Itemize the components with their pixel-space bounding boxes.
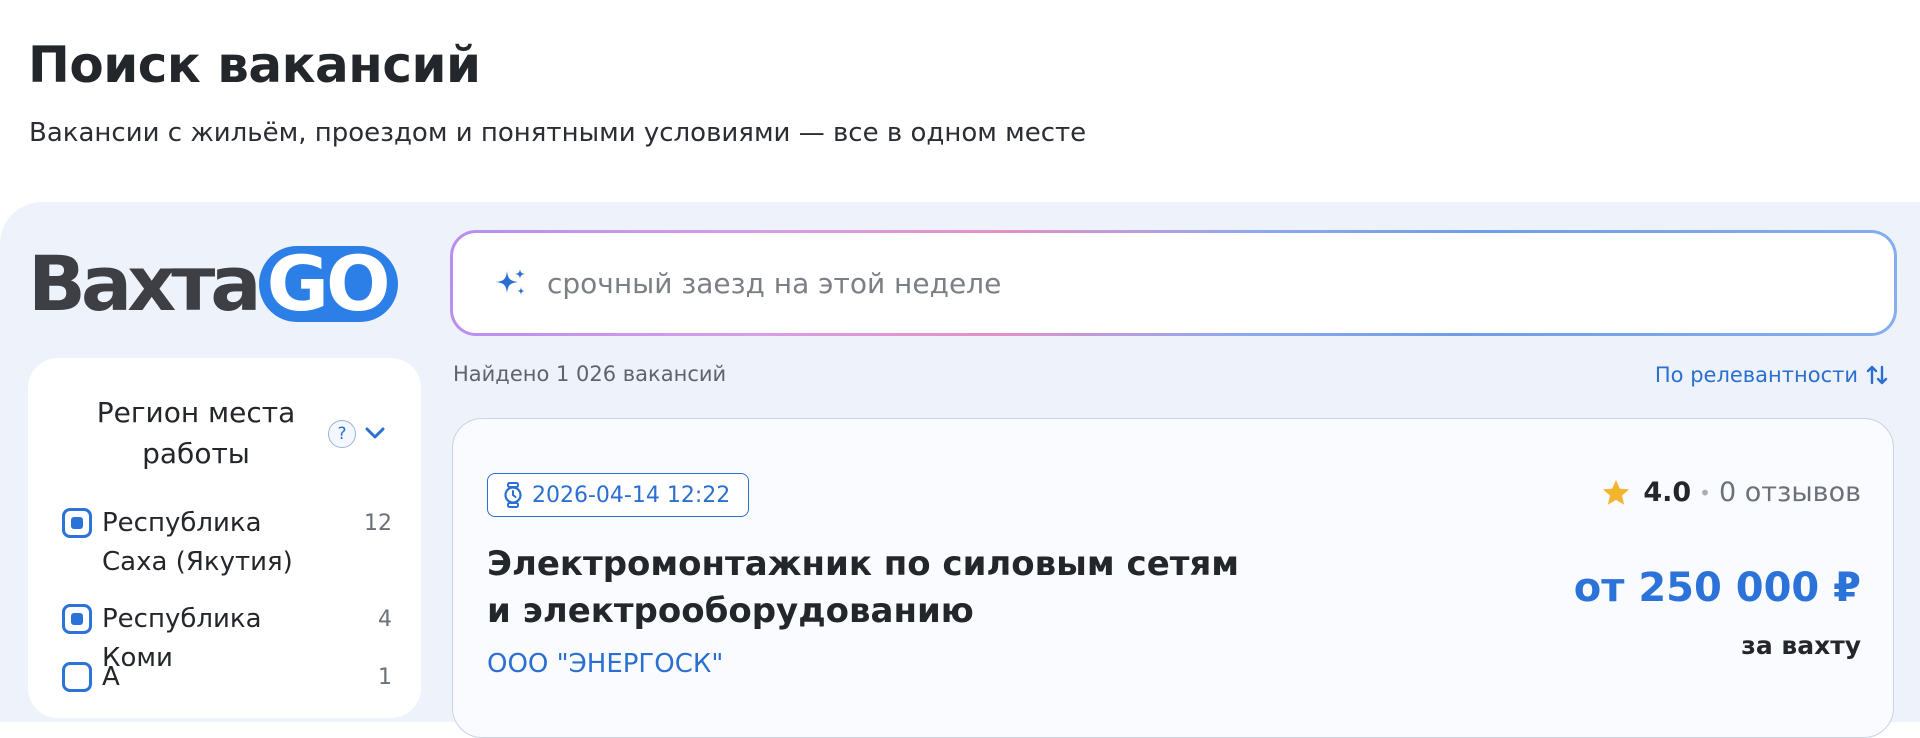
salary-period: за вахту: [1741, 631, 1861, 660]
checkbox[interactable]: [62, 604, 92, 634]
filter-item-count: 12: [364, 511, 392, 536]
sort-button[interactable]: По релевантности: [1655, 362, 1890, 388]
chevron-down-icon[interactable]: [360, 418, 390, 448]
filter-item-partial[interactable]: А 1: [62, 658, 392, 697]
logo-text-vakhta: Вахта: [28, 239, 262, 328]
search-bar: [450, 230, 1897, 336]
page-title: Поиск вакансий: [28, 36, 481, 94]
company-link[interactable]: ООО "ЭНЕРГОСК": [487, 649, 723, 679]
rating-value: 4.0: [1643, 477, 1692, 508]
filter-item-sakha[interactable]: Республика Саха (Якутия) 12: [62, 504, 392, 582]
filter-item-count: 1: [378, 665, 392, 690]
watch-icon: [504, 482, 522, 508]
salary: от 250 000 ₽: [1573, 565, 1861, 611]
sort-arrows-icon: [1866, 365, 1888, 385]
filter-item-label: Республика Саха (Якутия): [102, 508, 293, 577]
sparkle-icon: [496, 269, 525, 295]
rating[interactable]: 4.0 • 0 отзывов: [1601, 477, 1861, 508]
rating-separator: •: [1699, 480, 1711, 505]
filter-title: Регион места работы: [96, 396, 296, 470]
results-count: Найдено 1 026 вакансий: [453, 362, 727, 386]
sort-label: По релевантности: [1654, 363, 1858, 387]
page-subtitle: Вакансии с жильём, проездом и понятными …: [29, 118, 1087, 148]
region-filter-card: Регион места работы ? Республика Саха (Я…: [28, 358, 421, 718]
search-input[interactable]: [547, 266, 1847, 300]
date-text: 2026-04-14 12:22: [532, 482, 731, 508]
job-card[interactable]: 2026-04-14 12:22 Электромонтажник по сил…: [452, 418, 1894, 738]
job-title[interactable]: Электромонтажник по силовым сетям и элек…: [487, 541, 1267, 635]
date-badge: 2026-04-14 12:22: [487, 473, 750, 517]
filter-item-count: 4: [378, 607, 392, 632]
search-inner: [453, 233, 1894, 333]
reviews-count: 0 отзывов: [1718, 477, 1861, 508]
logo[interactable]: Вахта GO: [28, 246, 398, 322]
filter-item-label: А: [102, 662, 120, 692]
checkbox[interactable]: [62, 662, 92, 692]
logo-text-go: GO: [258, 246, 398, 322]
help-icon[interactable]: ?: [328, 420, 356, 448]
checkbox[interactable]: [62, 508, 92, 538]
star-icon: [1603, 479, 1630, 505]
